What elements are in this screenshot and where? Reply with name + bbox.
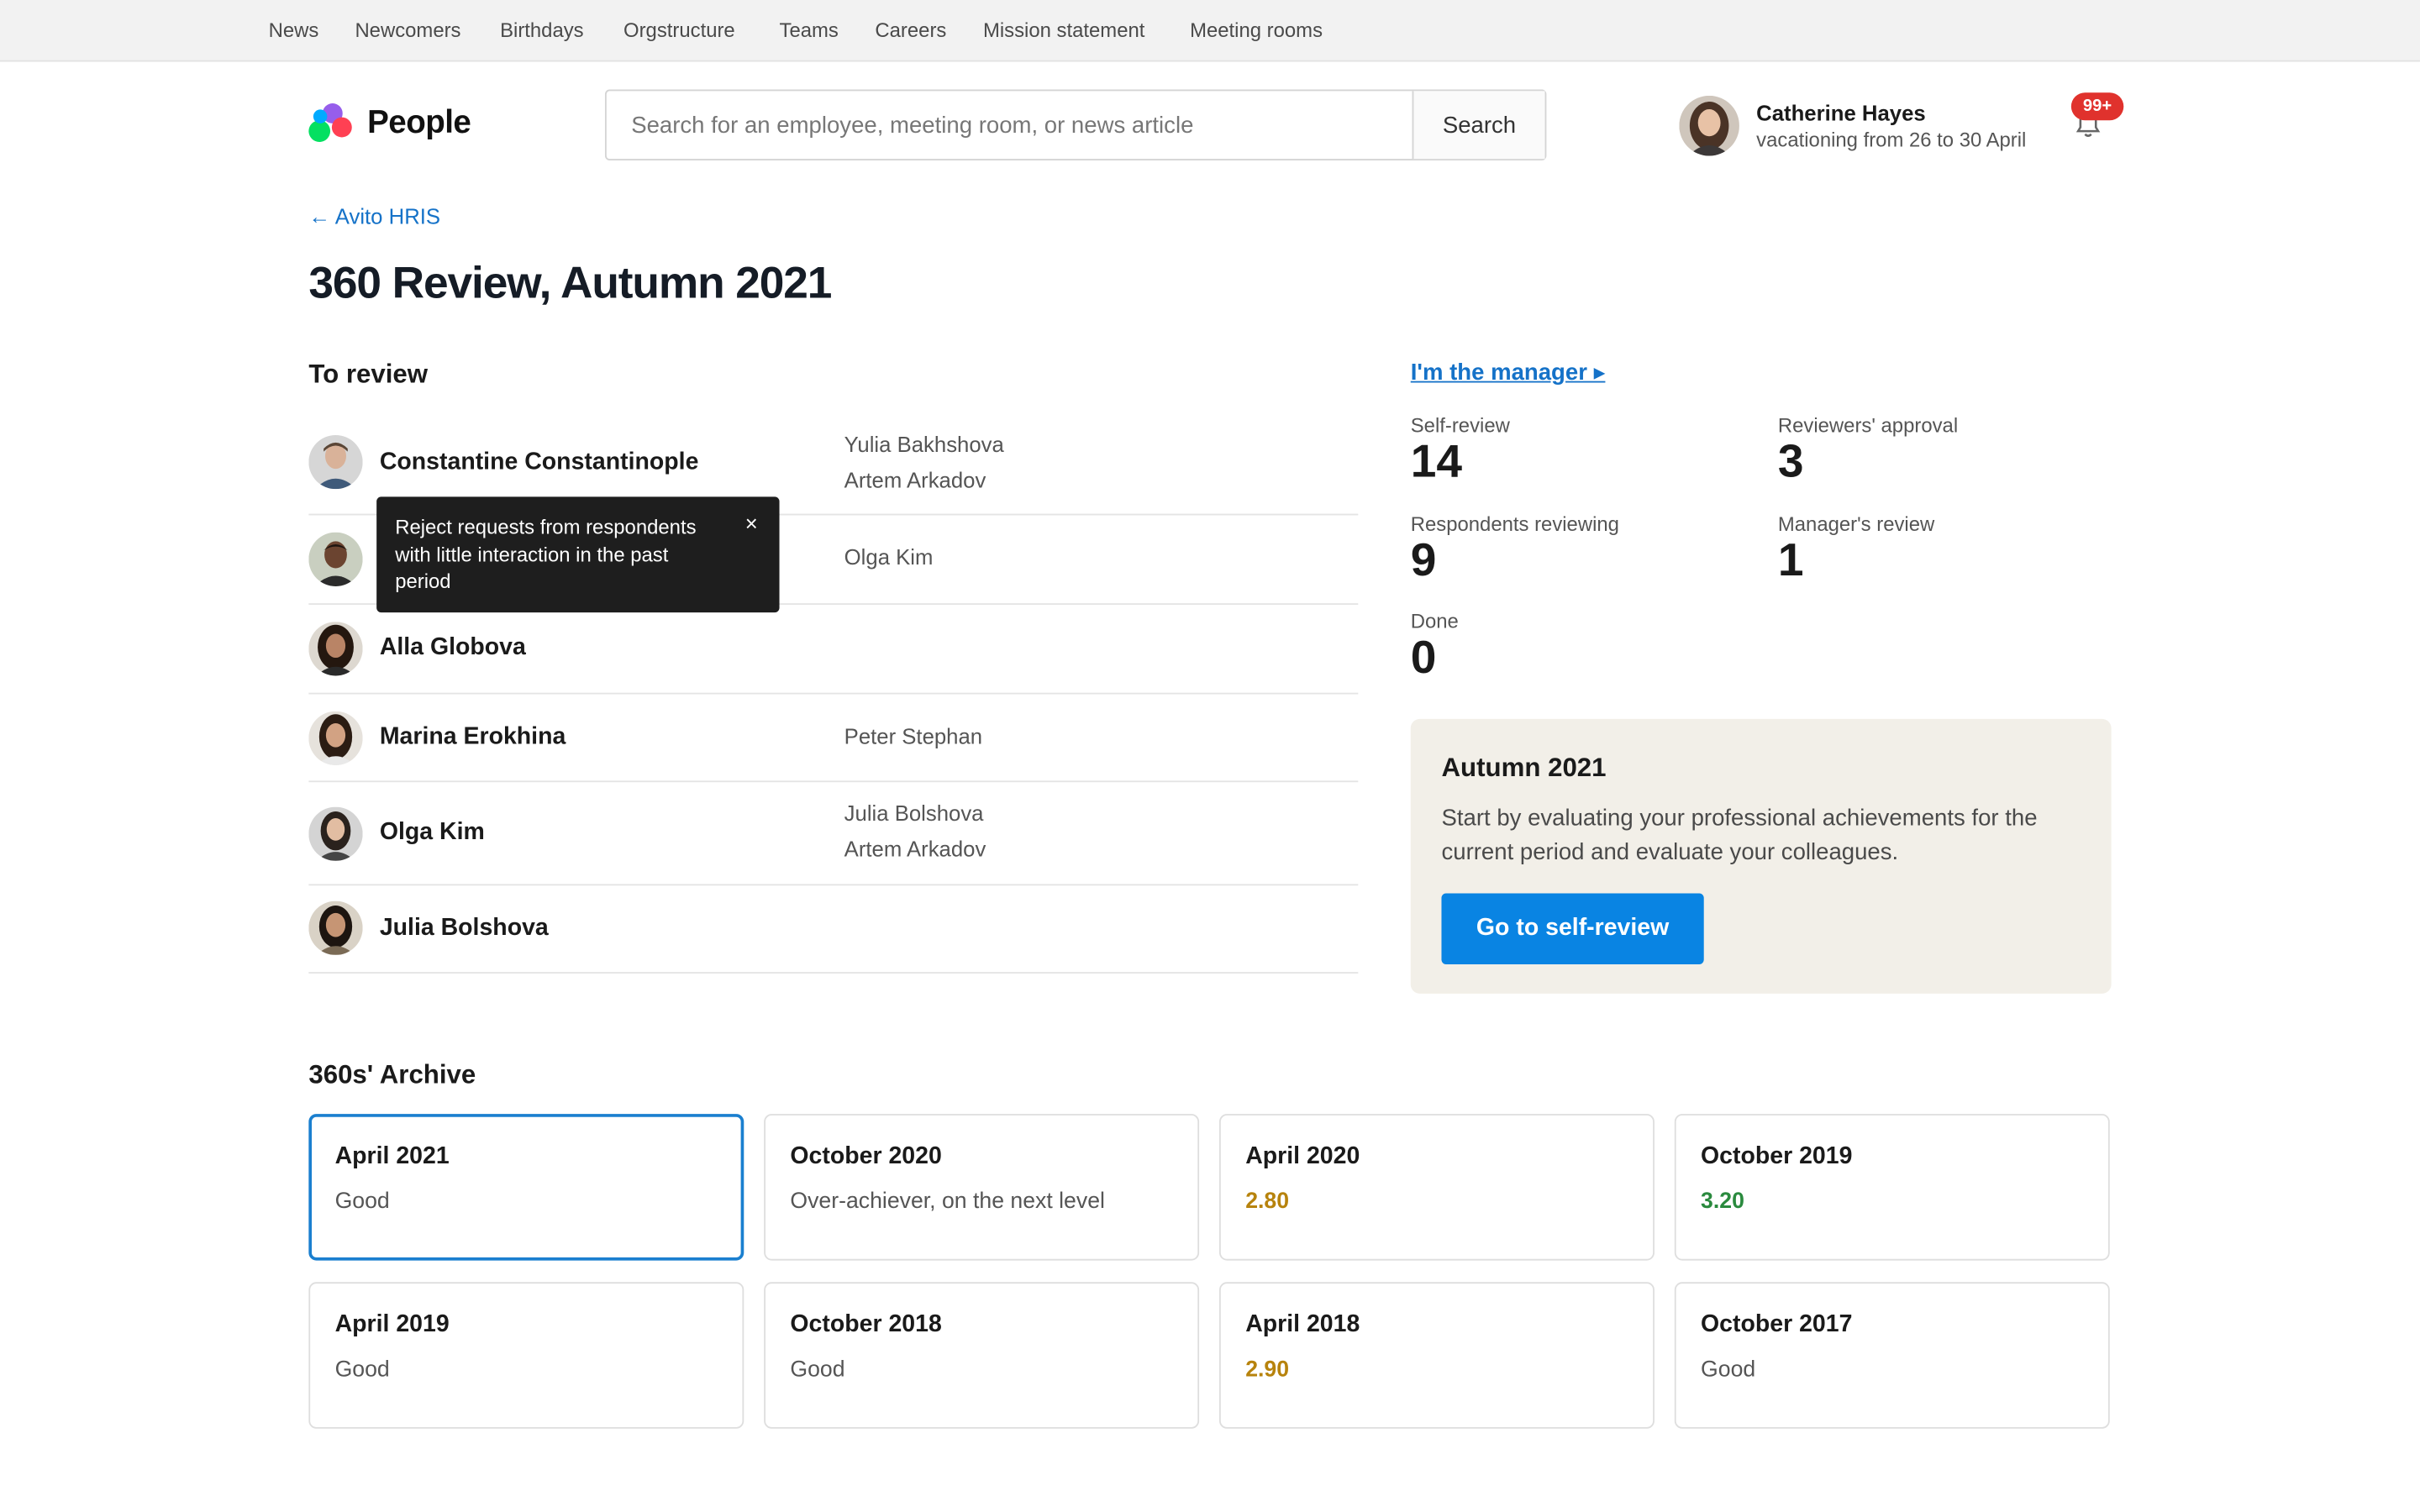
person-avatar: [308, 711, 363, 766]
archive-card-score: 2.80: [1245, 1189, 1290, 1215]
respondent-name: Artem Arkadov: [844, 836, 986, 861]
archive-card-score: 2.90: [1245, 1357, 1290, 1383]
user-name: Catherine Hayes: [1756, 100, 1926, 125]
page-root: News Newcomers Birthdays Orgstructure Te…: [0, 0, 2420, 1512]
user-profile[interactable]: Catherine Hayes vacationing from 26 to 3…: [1679, 92, 2081, 157]
archive-card-title: October 2020: [790, 1142, 942, 1170]
archive-card-title: April 2020: [1245, 1142, 1360, 1170]
stat-value: 14: [1410, 436, 1463, 488]
self-review-promo: Autumn 2021 Start by evaluating your pro…: [1410, 718, 2112, 994]
user-avatar: [1679, 95, 1739, 156]
nav-newcomers[interactable]: Newcomers: [355, 18, 460, 42]
respondent-name: Peter Stephan: [844, 723, 983, 748]
archive-card-title: April 2019: [334, 1311, 450, 1338]
stat-respondents-reviewing: Respondents reviewing 9: [1411, 512, 1619, 586]
search-bar: Search: [604, 89, 1547, 161]
nav-careers[interactable]: Careers: [875, 18, 946, 42]
go-to-self-review-button[interactable]: Go to self-review: [1441, 893, 1704, 964]
archive-card-title: October 2018: [790, 1311, 942, 1338]
logo-dots-icon: [308, 103, 352, 144]
review-row[interactable]: Olga Kim Julia Bolshova Artem Arkadov: [308, 782, 1359, 886]
archive-card-value: Good: [1701, 1357, 1756, 1383]
archive-card[interactable]: October 2020 Over-achiever, on the next …: [764, 1114, 1200, 1261]
person-avatar: [308, 532, 363, 586]
archive-card-value: Over-achiever, on the next level: [790, 1189, 1105, 1215]
person-name: Julia Bolshova: [379, 915, 549, 942]
archive-card[interactable]: April 2019 Good: [308, 1282, 744, 1429]
person-name: Constantine Constantinople: [379, 449, 699, 475]
person-name: Marina Erokhina: [379, 723, 566, 750]
archive-card[interactable]: October 2017 Good: [1674, 1282, 2110, 1429]
archive-card-score: 3.20: [1701, 1189, 1744, 1215]
page-title: 360 Review, Autumn 2021: [308, 259, 832, 309]
respondent-name: Artem Arkadov: [844, 467, 986, 492]
nav-news[interactable]: News: [269, 18, 319, 42]
archive-card[interactable]: April 2021 Good: [308, 1114, 744, 1261]
nav-meeting-rooms[interactable]: Meeting rooms: [1190, 18, 1323, 42]
respondent-name: Julia Bolshova: [844, 801, 984, 826]
respondent-name: Olga Kim: [844, 544, 934, 570]
to-review-title: To review: [308, 359, 429, 389]
nav-orgstructure[interactable]: Orgstructure: [623, 18, 735, 42]
archive-card-title: April 2021: [334, 1142, 450, 1170]
stat-value: 9: [1410, 535, 1437, 586]
promo-title: Autumn 2021: [1441, 753, 1607, 783]
archive-card[interactable]: April 2020 2.80: [1218, 1114, 1655, 1261]
stat-label: Manager's review: [1777, 512, 1935, 536]
search-input[interactable]: [606, 91, 1413, 160]
tooltip-text: Reject requests from respondents with li…: [395, 515, 697, 593]
archive-card[interactable]: April 2018 2.90: [1218, 1282, 1655, 1429]
archive-card-title: October 2019: [1701, 1142, 1853, 1170]
logo-text: People: [367, 104, 471, 141]
person-name: Olga Kim: [379, 819, 485, 846]
stat-managers-review: Manager's review 1: [1778, 512, 1934, 586]
close-icon[interactable]: ×: [745, 512, 758, 534]
tooltip: Reject requests from respondents with li…: [376, 496, 780, 613]
stat-self-review: Self-review 14: [1411, 413, 1510, 487]
stat-label: Done: [1410, 609, 1459, 633]
archive-card-title: October 2017: [1701, 1311, 1853, 1338]
logo[interactable]: People: [308, 102, 471, 144]
person-avatar: [308, 434, 363, 490]
nav-mission-statement[interactable]: Mission statement: [983, 18, 1144, 42]
nav-birthdays[interactable]: Birthdays: [500, 18, 584, 42]
person-avatar: [308, 806, 363, 861]
archive-card-value: Good: [334, 1357, 390, 1383]
archive-card-value: Good: [790, 1357, 845, 1383]
nav-teams[interactable]: Teams: [780, 18, 839, 42]
stat-value: 3: [1777, 436, 1804, 488]
review-row[interactable]: Marina Erokhina Peter Stephan: [308, 695, 1359, 783]
stat-done: Done 0: [1411, 609, 1459, 683]
stat-label: Respondents reviewing: [1410, 512, 1619, 536]
person-avatar: [308, 900, 363, 955]
archive-card-value: Good: [334, 1189, 390, 1215]
respondent-name: Yulia Bakhshova: [844, 432, 1004, 457]
stat-value: 1: [1777, 535, 1804, 586]
manager-toggle[interactable]: I'm the manager ▸: [1411, 358, 1606, 386]
review-row[interactable]: Alla Globova: [308, 605, 1359, 695]
archive-card[interactable]: October 2018 Good: [764, 1282, 1200, 1429]
review-row[interactable]: Julia Bolshova: [308, 885, 1359, 974]
notification-badge: 99+: [2070, 92, 2124, 121]
back-link[interactable]: ← Avito HRIS: [308, 203, 440, 228]
archive-card[interactable]: October 2019 3.20: [1674, 1114, 2110, 1261]
archive-card-title: April 2018: [1245, 1311, 1360, 1338]
stat-reviewers-approval: Reviewers' approval 3: [1778, 413, 1958, 487]
stat-value: 0: [1410, 633, 1437, 684]
promo-description: Start by evaluating your professional ac…: [1441, 805, 2038, 866]
search-button[interactable]: Search: [1412, 91, 1545, 160]
user-status: vacationing from 26 to 30 April: [1756, 128, 2027, 151]
person-name: Alla Globova: [379, 633, 526, 661]
stat-label: Self-review: [1410, 413, 1510, 437]
person-avatar: [308, 622, 363, 676]
top-nav: News Newcomers Birthdays Orgstructure Te…: [0, 0, 2420, 62]
stat-label: Reviewers' approval: [1777, 413, 1959, 437]
archive-title: 360s' Archive: [308, 1059, 476, 1089]
